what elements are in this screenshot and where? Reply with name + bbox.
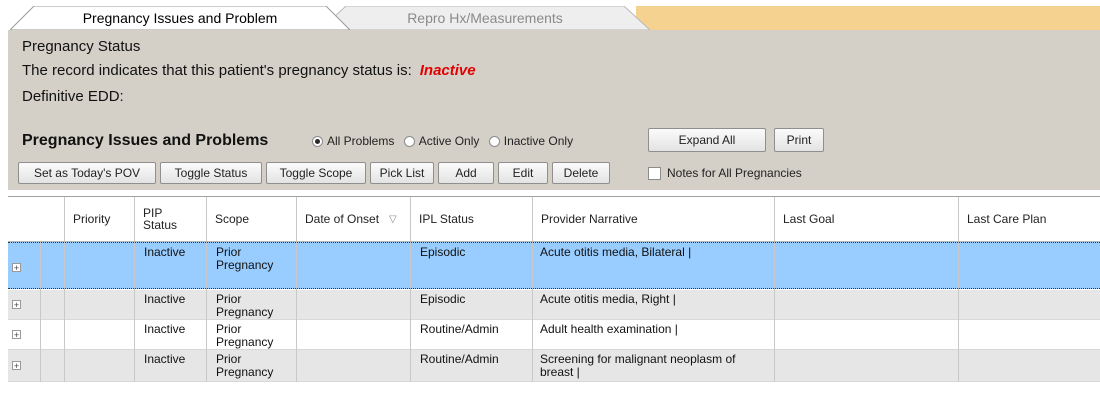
tab-label: Pregnancy Issues and Problem (82, 10, 278, 26)
cell-pip-status: Inactive (144, 352, 186, 366)
sort-descending-icon: ▽ (389, 213, 397, 225)
status-value: Inactive (419, 62, 476, 79)
column-divider (40, 242, 41, 382)
pick-list-button[interactable]: Pick List (370, 162, 434, 184)
print-button[interactable]: Print (774, 128, 824, 152)
expand-row-icon[interactable]: + (12, 361, 21, 371)
column-divider (410, 242, 411, 382)
column-header-scope[interactable]: Scope (206, 197, 296, 241)
delete-button[interactable]: Delete (552, 162, 610, 184)
cell-scope: Prior Pregnancy (216, 352, 274, 379)
column-divider (958, 242, 959, 382)
tab-pregnancy-issues[interactable]: Pregnancy Issues and Problem (10, 6, 350, 30)
cell-provider-narrative: Acute otitis media, Bilateral | (540, 245, 692, 259)
grid-header: Priority PIP Status Scope Date of Onset ▽… (8, 197, 1100, 242)
column-header-date-of-onset[interactable]: Date of Onset ▽ (296, 197, 410, 241)
edd-label: Definitive EDD: (22, 88, 124, 105)
column-header-last-care-plan[interactable]: Last Care Plan (958, 197, 1100, 241)
radio-dot (488, 135, 500, 147)
radio-inactive-only[interactable]: Inactive Only (488, 134, 574, 148)
tab-repro-hx-measurements[interactable]: Repro Hx/Measurements (320, 6, 650, 30)
checkbox-box (648, 166, 661, 180)
cell-ipl-status: Episodic (420, 292, 466, 306)
radio-label: Inactive Only (503, 134, 574, 148)
cell-scope: Prior Pregnancy (216, 245, 274, 272)
set-todays-pov-button[interactable]: Set as Today's POV (18, 162, 156, 184)
cell-scope: Prior Pregnancy (216, 322, 274, 349)
column-header-last-goal[interactable]: Last Goal (774, 197, 958, 241)
cell-pip-status: Inactive (144, 292, 186, 306)
cell-ipl-status: Routine/Admin (420, 352, 499, 366)
edit-button[interactable]: Edit (498, 162, 548, 184)
cell-ipl-status: Episodic (420, 245, 466, 259)
radio-dot (312, 135, 323, 147)
pregnancy-status-heading: Pregnancy Status (22, 38, 141, 55)
column-divider (206, 242, 207, 382)
toggle-status-button[interactable]: Toggle Status (160, 162, 262, 184)
status-record-text: The record indicates that this patient's… (22, 62, 412, 79)
column-divider (134, 242, 135, 382)
radio-all-problems[interactable]: All Problems (312, 134, 394, 148)
pip-title: Pregnancy Issues and Problems (22, 132, 269, 149)
add-button[interactable]: Add (438, 162, 494, 184)
notes-all-pregnancies-checkbox[interactable]: Notes for All Pregnancies (648, 166, 802, 180)
cell-ipl-status: Routine/Admin (420, 322, 499, 336)
column-header-provider-narrative[interactable]: Provider Narrative (532, 197, 774, 241)
radio-label: All Problems (327, 134, 395, 148)
cell-provider-narrative: Acute otitis media, Right | (540, 292, 676, 306)
expand-all-button[interactable]: Expand All (648, 128, 766, 152)
table-row[interactable]: + Inactive Prior Pregnancy Episodic Acut… (8, 290, 1100, 320)
header-label: Date of Onset (305, 212, 380, 226)
tab-label: Repro Hx/Measurements (407, 10, 563, 26)
cell-pip-status: Inactive (144, 245, 186, 259)
header-label: PIP Status (143, 206, 178, 232)
table-row[interactable]: + Inactive Prior Pregnancy Routine/Admin… (8, 350, 1100, 382)
column-divider (774, 242, 775, 382)
column-divider (296, 242, 297, 382)
expand-row-icon[interactable]: + (12, 263, 21, 273)
tab-strip-background (636, 6, 1100, 30)
cell-scope: Prior Pregnancy (216, 292, 274, 319)
column-divider (64, 242, 65, 382)
status-record-line: The record indicates that this patient's… (22, 62, 476, 79)
expand-row-icon[interactable]: + (12, 300, 21, 310)
expand-row-icon[interactable]: + (12, 330, 21, 340)
toggle-scope-button[interactable]: Toggle Scope (266, 162, 366, 184)
column-header-pip-status[interactable]: PIP Status (134, 197, 206, 241)
pip-toolbar: Pregnancy Issues and Problems All Proble… (8, 120, 1100, 190)
radio-active-only[interactable]: Active Only (403, 134, 480, 148)
checkbox-label: Notes for All Pregnancies (667, 166, 802, 180)
table-row[interactable]: + Inactive Prior Pregnancy Routine/Admin… (8, 320, 1100, 350)
column-header-priority[interactable]: Priority (64, 197, 134, 241)
table-row[interactable]: + Inactive Prior Pregnancy Episodic Acut… (8, 242, 1100, 289)
cell-provider-narrative: Adult health examination | (540, 322, 678, 336)
filter-radio-group: All Problems Active Only Inactive Only (312, 134, 579, 150)
column-header-ipl-status[interactable]: IPL Status (410, 197, 532, 241)
radio-label: Active Only (418, 134, 480, 148)
cell-pip-status: Inactive (144, 322, 186, 336)
cell-provider-narrative: Screening for malignant neoplasm of brea… (540, 352, 736, 379)
column-divider (532, 242, 533, 382)
problems-grid: Priority PIP Status Scope Date of Onset ▽… (8, 196, 1100, 387)
tab-strip: Repro Hx/Measurements Pregnancy Issues a… (0, 0, 1100, 30)
radio-dot (403, 135, 415, 147)
pregnancy-status-panel: Pregnancy Status The record indicates th… (8, 30, 1100, 120)
